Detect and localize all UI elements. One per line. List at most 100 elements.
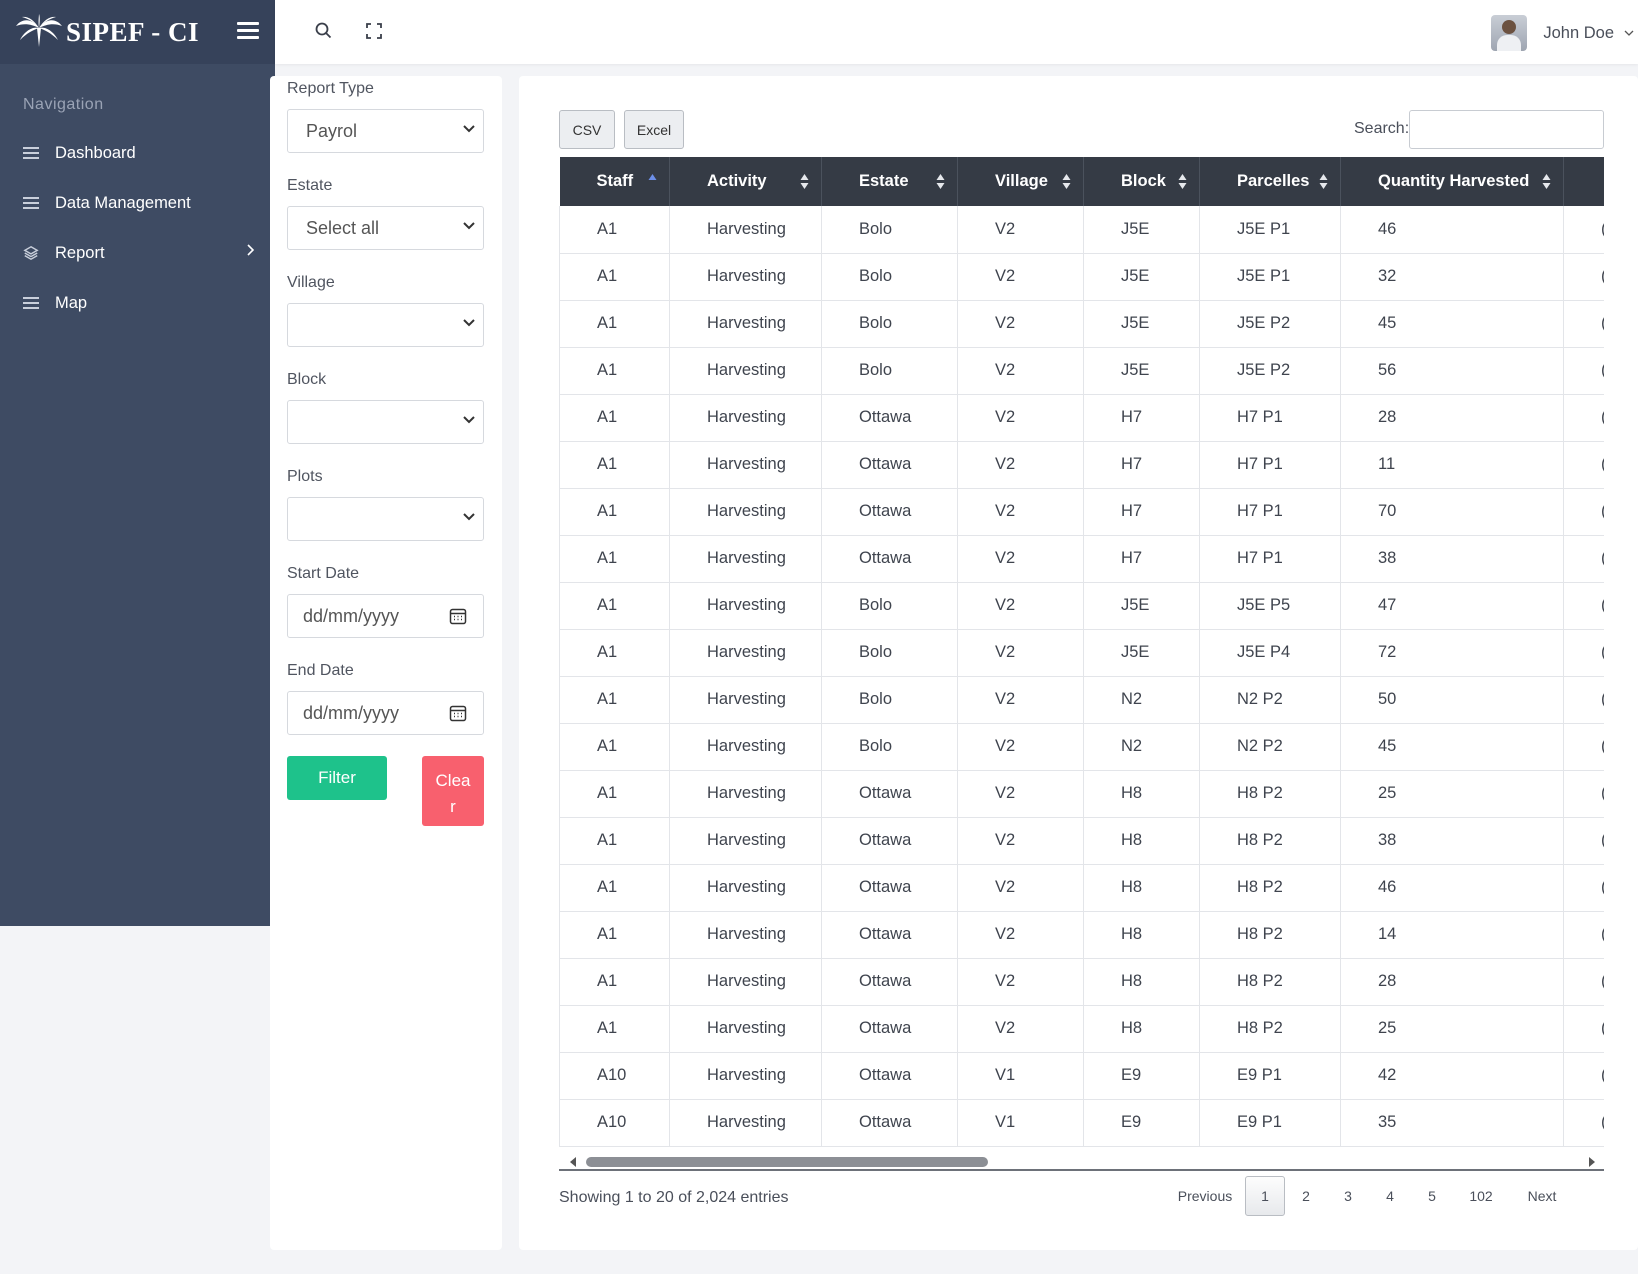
table-row[interactable]: A1HarvestingOttawaV2H8H8 P225( (559, 770, 1604, 818)
table-row[interactable]: A1HarvestingBoloV2J5EJ5E P472( (559, 629, 1604, 677)
table-cell: Harvesting (669, 1005, 822, 1053)
table-row[interactable]: A1HarvestingOttawaV2H8H8 P225( (559, 1005, 1604, 1053)
column-header-quantity-harvested[interactable]: Quantity Harvested (1340, 157, 1564, 206)
table-cell: 25 (1340, 1005, 1564, 1053)
table-row[interactable]: A1HarvestingBoloV2J5EJ5E P132( (559, 253, 1604, 301)
topbar: John Doe (275, 0, 1638, 64)
column-header-parcelles[interactable]: Parcelles (1199, 157, 1341, 206)
pagination-page-3[interactable]: 3 (1327, 1176, 1369, 1216)
table-cell: ( (1563, 629, 1604, 677)
table-row[interactable]: A1HarvestingBoloV2J5EJ5E P245( (559, 300, 1604, 348)
csv-export-button[interactable]: CSV (559, 110, 615, 149)
table-row[interactable]: A1HarvestingBoloV2N2N2 P245( (559, 723, 1604, 771)
table-row[interactable]: A1HarvestingOttawaV2H8H8 P238( (559, 817, 1604, 865)
table-row[interactable]: A1HarvestingOttawaV2H7H7 P128( (559, 394, 1604, 442)
sidebar-toggle-icon[interactable] (237, 22, 259, 40)
calendar-icon[interactable] (449, 704, 467, 722)
table-row[interactable]: A1HarvestingOttawaV2H8H8 P228( (559, 958, 1604, 1006)
chevron-down-icon (1624, 30, 1634, 36)
table-cell: Ottawa (821, 817, 958, 865)
table-cell: J5E P4 (1199, 629, 1341, 677)
table-cell: A1 (559, 441, 670, 489)
filter-panel: Report Type Payrol Estate Select all Vil… (270, 76, 502, 1250)
search-icon[interactable] (313, 20, 335, 42)
horizontal-scrollbar[interactable] (559, 1153, 1604, 1171)
table-cell: Harvesting (669, 629, 822, 677)
table-cell: Bolo (821, 206, 958, 254)
excel-export-button[interactable]: Excel (624, 110, 684, 149)
fullscreen-icon[interactable] (363, 20, 385, 42)
table-cell: V2 (957, 817, 1084, 865)
menu-icon (23, 195, 39, 211)
table-cell: H7 P1 (1199, 441, 1341, 489)
table-cell: H8 P2 (1199, 864, 1341, 912)
search-input[interactable] (1409, 110, 1604, 149)
brand-bar: SIPEF - CI (0, 0, 275, 64)
scroll-right-icon[interactable] (1588, 1157, 1596, 1167)
pagination-page-5[interactable]: 5 (1411, 1176, 1453, 1216)
table-row[interactable]: A1HarvestingBoloV2N2N2 P250( (559, 676, 1604, 724)
calendar-icon[interactable] (449, 607, 467, 625)
sidebar-item-dashboard[interactable]: Dashboard (0, 128, 275, 178)
sidebar-item-report[interactable]: Report (0, 228, 275, 278)
table-cell: A1 (559, 629, 670, 677)
clear-button[interactable]: Clear (422, 756, 484, 826)
pagination-page-2[interactable]: 2 (1285, 1176, 1327, 1216)
table-cell: Ottawa (821, 488, 958, 536)
table-cell: 25 (1340, 770, 1564, 818)
table-cell: J5E (1083, 253, 1200, 301)
table-cell: A1 (559, 1005, 670, 1053)
table-row[interactable]: A1HarvestingOttawaV2H7H7 P170( (559, 488, 1604, 536)
table-row[interactable]: A1HarvestingBoloV2J5EJ5E P547( (559, 582, 1604, 630)
pagination-page-1[interactable]: 1 (1245, 1176, 1285, 1216)
filter-button[interactable]: Filter (287, 756, 387, 800)
column-header-block[interactable]: Block (1083, 157, 1200, 206)
table-cell: Harvesting (669, 347, 822, 395)
estate-select[interactable]: Select all (287, 206, 484, 250)
report-type-select[interactable]: Payrol (287, 109, 484, 153)
table-cell: Harvesting (669, 817, 822, 865)
plots-select[interactable] (287, 497, 484, 541)
table-row[interactable]: A1HarvestingOttawaV2H7H7 P138( (559, 535, 1604, 583)
table-cell: Harvesting (669, 770, 822, 818)
table-row[interactable]: A10HarvestingOttawaV1E9E9 P135( (559, 1099, 1604, 1147)
column-header-staff[interactable]: Staff (559, 157, 670, 206)
end-date-placeholder: dd/mm/yyyy (303, 702, 400, 723)
pagination-page-4[interactable]: 4 (1369, 1176, 1411, 1216)
table-cell: 50 (1340, 676, 1564, 724)
sidebar-item-data-management[interactable]: Data Management (0, 178, 275, 228)
end-date-input[interactable]: dd/mm/yyyy (287, 691, 484, 735)
scrollbar-thumb[interactable] (586, 1157, 988, 1167)
sidebar-item-map[interactable]: Map (0, 278, 275, 328)
column-header-label: Village (995, 172, 1048, 190)
table-cell: V2 (957, 535, 1084, 583)
table-cell: Ottawa (821, 441, 958, 489)
pagination-previous[interactable]: Previous (1173, 1176, 1237, 1216)
user-menu[interactable]: John Doe (1491, 15, 1638, 51)
column-header-more[interactable] (1563, 157, 1604, 206)
table-row[interactable]: A10HarvestingOttawaV1E9E9 P142( (559, 1052, 1604, 1100)
column-header-village[interactable]: Village (957, 157, 1084, 206)
start-date-input[interactable]: dd/mm/yyyy (287, 594, 484, 638)
table-cell: A1 (559, 300, 670, 348)
village-select[interactable] (287, 303, 484, 347)
pagination-next[interactable]: Next (1509, 1176, 1575, 1216)
table-cell: J5E P1 (1199, 253, 1341, 301)
block-select[interactable] (287, 400, 484, 444)
table-row[interactable]: A1HarvestingOttawaV2H8H8 P246( (559, 864, 1604, 912)
table-cell: V2 (957, 629, 1084, 677)
report-table: Staff Activity Estate Village Block Parcelles… (559, 157, 1604, 1147)
column-header-estate[interactable]: Estate (821, 157, 958, 206)
table-cell: Ottawa (821, 864, 958, 912)
table-cell: N2 P2 (1199, 676, 1341, 724)
table-row[interactable]: A1HarvestingBoloV2J5EJ5E P256( (559, 347, 1604, 395)
scroll-left-icon[interactable] (569, 1157, 577, 1167)
table-cell: V1 (957, 1052, 1084, 1100)
column-header-activity[interactable]: Activity (669, 157, 822, 206)
chevron-down-icon (463, 319, 475, 327)
pagination-page-102[interactable]: 102 (1453, 1176, 1509, 1216)
table-cell: ( (1563, 582, 1604, 630)
table-row[interactable]: A1HarvestingOttawaV2H8H8 P214( (559, 911, 1604, 959)
table-row[interactable]: A1HarvestingOttawaV2H7H7 P111( (559, 441, 1604, 489)
table-row[interactable]: A1HarvestingBoloV2J5EJ5E P146( (559, 206, 1604, 254)
